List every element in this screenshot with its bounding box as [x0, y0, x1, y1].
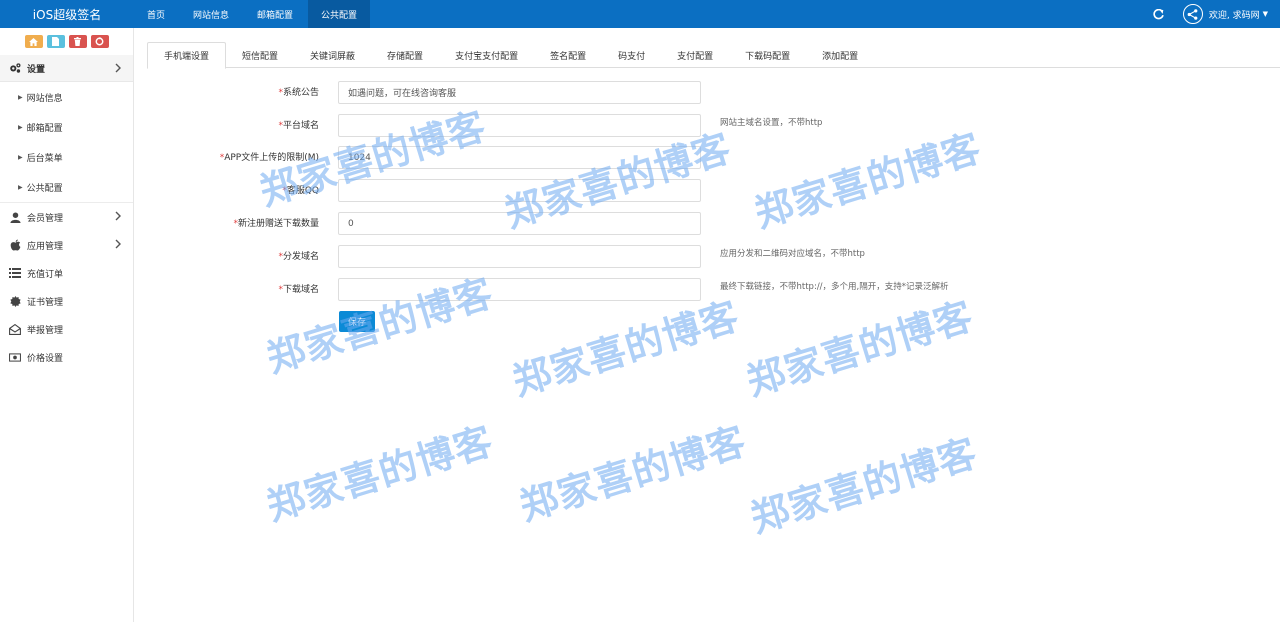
chevron-right-icon [115, 239, 121, 249]
field-hint: 应用分发和二维码对应域名，不带http [720, 249, 865, 259]
chevron-right-icon [115, 63, 121, 73]
refresh-icon[interactable] [1153, 8, 1165, 20]
field-label: *客服QQ [282, 186, 319, 196]
register-bonus-input[interactable] [338, 212, 701, 235]
recycle-icon [95, 37, 104, 46]
field-label: *下载域名 [278, 285, 319, 295]
form-row-upload-limit: *APP文件上传的限制(M) [134, 146, 1280, 170]
sidebar-subitem-admin-menu[interactable]: ▶ 后台菜单 [0, 142, 133, 172]
topbar-right: 欢迎, 求码网 ▼ [1153, 0, 1268, 28]
sidebar-subitem-site-info[interactable]: ▶ 网站信息 [0, 82, 133, 112]
config-tabs: 手机端设置 短信配置 关键词屏蔽 存储配置 支付宝支付配置 签名配置 码支付 支… [147, 42, 1280, 69]
field-label: *分发域名 [278, 252, 319, 262]
topnav-item-site-info[interactable]: 网站信息 [180, 0, 242, 28]
sidebar-item-label: 会员管理 [27, 213, 64, 224]
distribution-domain-input[interactable] [338, 245, 701, 268]
sidebar-subitem-label: 邮箱配置 [26, 123, 63, 134]
field-label: *新注册赠送下载数量 [233, 219, 319, 229]
tab-add-config[interactable]: 添加配置 [806, 42, 874, 68]
upload-limit-input[interactable] [338, 146, 701, 169]
sidebar-item-label: 设置 [27, 64, 46, 75]
recycle-shortcut-button[interactable] [90, 35, 109, 48]
tab-keyword-filter[interactable]: 关键词屏蔽 [294, 42, 371, 68]
app-title[interactable]: iOS超级签名 [0, 0, 134, 28]
sidebar-subitem-label: 后台菜单 [26, 153, 63, 164]
chevron-right-icon [115, 211, 121, 221]
sidebar-item-label: 价格设置 [27, 353, 64, 364]
tab-download-code-config[interactable]: 下载码配置 [729, 42, 806, 68]
sidebar-item-settings[interactable]: 设置 [0, 55, 133, 82]
caret-down-icon[interactable]: ▼ [1263, 10, 1268, 18]
user-icon [9, 211, 21, 223]
support-qq-input[interactable] [338, 179, 701, 202]
sidebar-item-label: 举报管理 [27, 325, 64, 336]
sidebar-shortcuts [0, 28, 133, 55]
sidebar-item-label: 应用管理 [27, 241, 64, 252]
home-shortcut-button[interactable] [24, 35, 43, 48]
form-row-platform-domain: *平台域名 网站主域名设置，不带http [134, 114, 1280, 138]
sidebar: 设置 ▶ 网站信息 ▶ 邮箱配置 ▶ 后台菜单 ▶ 公共配置 会员管理 应用管理 充值订… [0, 28, 134, 622]
sidebar-item-members[interactable]: 会员管理 [0, 203, 133, 231]
trash-icon [74, 37, 81, 46]
certificate-icon [9, 295, 21, 307]
topnav-item-mail-config[interactable]: 邮箱配置 [244, 0, 306, 28]
tab-payment-config[interactable]: 支付配置 [661, 42, 729, 68]
tab-sign-config[interactable]: 签名配置 [534, 42, 602, 68]
tab-code-pay[interactable]: 码支付 [602, 42, 661, 68]
apple-icon [9, 239, 21, 251]
caret-right-icon: ▶ [18, 183, 23, 191]
user-greeting[interactable]: 欢迎, 求码网 [1209, 8, 1260, 21]
field-hint: 网站主域名设置，不带http [720, 118, 823, 128]
tab-mobile-settings[interactable]: 手机端设置 [147, 42, 227, 69]
list-icon [9, 267, 21, 279]
sidebar-item-pricing[interactable]: 价格设置 [0, 343, 133, 371]
sidebar-item-label: 充值订单 [27, 269, 64, 280]
topnav-item-home[interactable]: 首页 [134, 0, 178, 28]
field-label: *APP文件上传的限制(M) [219, 153, 319, 163]
form-row-download-domain: *下载域名 最终下载链接，不带http://，多个用,隔开，支持*记录泛解析 [134, 278, 1280, 302]
field-hint: 最终下载链接，不带http://，多个用,隔开，支持*记录泛解析 [720, 282, 949, 292]
money-icon [9, 351, 21, 363]
form-row-register-bonus: *新注册赠送下载数量 [134, 212, 1280, 236]
platform-domain-input[interactable] [338, 114, 701, 137]
save-button[interactable]: 保存 [339, 311, 375, 332]
announcement-input[interactable] [338, 81, 701, 104]
avatar[interactable] [1182, 4, 1203, 24]
sidebar-item-certificates[interactable]: 证书管理 [0, 287, 133, 315]
sidebar-subitem-mail-config[interactable]: ▶ 邮箱配置 [0, 112, 133, 142]
tab-sms-config[interactable]: 短信配置 [226, 42, 294, 68]
field-label: *平台域名 [278, 121, 319, 131]
form-row-distribution-domain: *分发域名 应用分发和二维码对应域名，不带http [134, 245, 1280, 269]
form-row-support-qq: *客服QQ [134, 179, 1280, 203]
sidebar-subitem-label: 公共配置 [26, 183, 63, 194]
file-icon [52, 37, 59, 46]
form-row-announcement: *系统公告 [134, 81, 1280, 105]
field-label: *系统公告 [278, 88, 319, 98]
top-nav: 首页 网站信息 邮箱配置 公共配置 [134, 0, 372, 28]
sidebar-subitem-public-config[interactable]: ▶ 公共配置 [0, 172, 133, 202]
file-shortcut-button[interactable] [46, 35, 65, 48]
caret-right-icon: ▶ [18, 153, 23, 161]
home-icon [29, 37, 38, 46]
sidebar-item-label: 证书管理 [27, 297, 64, 308]
top-navbar: iOS超级签名 首页 网站信息 邮箱配置 公共配置 欢迎, 求码网 ▼ [0, 0, 1280, 28]
caret-right-icon: ▶ [18, 123, 23, 131]
trash-shortcut-button[interactable] [68, 35, 87, 48]
download-domain-input[interactable] [338, 278, 701, 301]
tab-alipay-config[interactable]: 支付宝支付配置 [439, 42, 534, 68]
topnav-item-public-config[interactable]: 公共配置 [308, 0, 371, 28]
caret-right-icon: ▶ [18, 93, 23, 101]
sidebar-item-apps[interactable]: 应用管理 [0, 231, 133, 259]
tab-storage-config[interactable]: 存储配置 [371, 42, 439, 68]
gears-icon [9, 62, 21, 74]
sidebar-item-orders[interactable]: 充值订单 [0, 259, 133, 287]
envelope-open-icon [9, 323, 21, 335]
sidebar-subitem-label: 网站信息 [26, 93, 63, 104]
settings-submenu: ▶ 网站信息 ▶ 邮箱配置 ▶ 后台菜单 ▶ 公共配置 [0, 82, 133, 203]
sidebar-item-reports[interactable]: 举报管理 [0, 315, 133, 343]
main-content: 手机端设置 短信配置 关键词屏蔽 存储配置 支付宝支付配置 签名配置 码支付 支… [134, 28, 1280, 622]
